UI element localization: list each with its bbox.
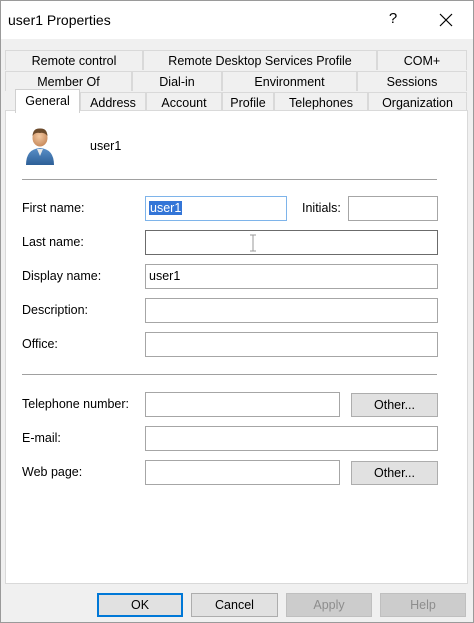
text-cursor-icon (249, 234, 257, 255)
tab-telephones[interactable]: Telephones (274, 92, 368, 112)
close-icon[interactable] (435, 9, 457, 31)
first-name-value: user1 (149, 201, 183, 215)
window-title: user1 Properties (8, 12, 111, 28)
webpage-label: Web page: (22, 465, 83, 479)
help-button[interactable]: Help (380, 593, 466, 617)
initials-input[interactable] (348, 196, 438, 221)
tab-organization[interactable]: Organization (368, 92, 467, 112)
cancel-button[interactable]: Cancel (191, 593, 278, 617)
last-name-input[interactable] (145, 230, 438, 255)
telephone-other-button[interactable]: Other... (351, 393, 438, 417)
tab-dial-in[interactable]: Dial-in (132, 71, 222, 91)
description-label: Description: (22, 303, 88, 317)
description-input[interactable] (145, 298, 438, 323)
telephone-label: Telephone number: (22, 397, 130, 411)
apply-button[interactable]: Apply (286, 593, 372, 617)
user-display-name: user1 (90, 139, 122, 153)
tab-row-3: General Address Account Profile Telephon… (5, 89, 467, 113)
properties-dialog: user1 Properties ? Remote control Remote… (0, 0, 474, 623)
telephone-input[interactable] (145, 392, 340, 417)
help-icon[interactable]: ? (386, 9, 400, 29)
general-tab-panel: user1 First name: user1 Initials: Last n… (5, 110, 468, 584)
tab-com-plus[interactable]: COM+ (377, 50, 467, 70)
last-name-label: Last name: (22, 235, 84, 249)
divider-highlight (22, 375, 437, 376)
divider-highlight (22, 180, 437, 181)
office-input[interactable] (145, 332, 438, 357)
tab-member-of[interactable]: Member Of (5, 71, 132, 91)
title-bar: user1 Properties ? (1, 1, 473, 39)
tab-sessions[interactable]: Sessions (357, 71, 467, 91)
tab-row-1: Remote control Remote Desktop Services P… (5, 50, 467, 70)
initials-label: Initials: (302, 201, 341, 215)
tab-profile[interactable]: Profile (222, 92, 274, 112)
email-input[interactable] (145, 426, 438, 451)
display-name-input[interactable]: user1 (145, 264, 438, 289)
display-name-label: Display name: (22, 269, 102, 283)
tab-environment[interactable]: Environment (222, 71, 357, 91)
office-label: Office: (22, 337, 58, 351)
first-name-label: First name: (22, 201, 85, 215)
ok-button[interactable]: OK (97, 593, 183, 617)
webpage-other-button[interactable]: Other... (351, 461, 438, 485)
first-name-input[interactable]: user1 (145, 196, 287, 221)
tab-account[interactable]: Account (146, 92, 222, 112)
user-avatar-icon (22, 125, 58, 168)
email-label: E-mail: (22, 431, 61, 445)
tab-address[interactable]: Address (80, 92, 146, 112)
webpage-input[interactable] (145, 460, 340, 485)
tab-row-2: Member Of Dial-in Environment Sessions (5, 71, 467, 91)
tab-rds-profile[interactable]: Remote Desktop Services Profile (143, 50, 377, 70)
tab-remote-control[interactable]: Remote control (5, 50, 143, 70)
tab-general[interactable]: General (15, 89, 80, 113)
